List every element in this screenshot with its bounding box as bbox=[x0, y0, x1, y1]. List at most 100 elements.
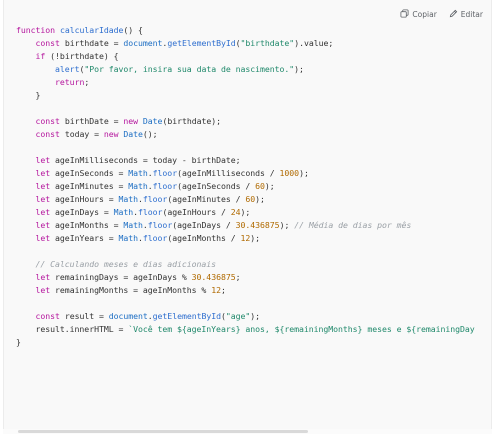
code-text: ); bbox=[264, 181, 275, 191]
code-block: Copiar Editar function calcularIdade() {… bbox=[3, 0, 492, 430]
horizontal-scrollbar-thumb[interactable] bbox=[18, 430, 308, 433]
code-block-top-strip bbox=[4, 0, 491, 4]
code-text: ageInYears = bbox=[50, 233, 119, 243]
code-keyword: let bbox=[35, 181, 51, 191]
code-keyword: const bbox=[35, 116, 60, 126]
copy-button[interactable]: Copiar bbox=[400, 9, 437, 20]
code-text: ageInMinutes = bbox=[50, 181, 129, 191]
code-text: ); bbox=[279, 220, 295, 230]
code-line: const birthdate = document.getElementByI… bbox=[16, 37, 475, 50]
code-number: 60 bbox=[255, 181, 265, 191]
code-function: calcularIdade bbox=[59, 25, 124, 35]
code-keyword: const bbox=[35, 38, 60, 48]
code-text: ageInSeconds = bbox=[50, 168, 129, 178]
code-keyword: if bbox=[35, 51, 46, 61]
code-line: let ageInMonths = Math.floor(ageInDays /… bbox=[16, 219, 475, 232]
code-text: ; bbox=[84, 77, 90, 87]
code-function: getElementById bbox=[167, 38, 236, 48]
code-line: let ageInMilliseconds = today - birthDat… bbox=[16, 154, 475, 167]
code-keyword: return bbox=[55, 77, 85, 87]
code-identifier: Math bbox=[128, 181, 148, 191]
code-function: floor bbox=[142, 233, 168, 243]
code-toolbar: Copiar Editar bbox=[400, 9, 483, 20]
code-text: ); bbox=[250, 233, 261, 243]
code-comment: // Média de dias por mês bbox=[294, 220, 412, 230]
code-text: ).value; bbox=[294, 38, 334, 48]
code-line: const today = new Date(); bbox=[16, 128, 475, 141]
code-identifier: Math bbox=[113, 207, 134, 217]
code-text: (ageInDays / bbox=[172, 220, 236, 230]
code-line: return; bbox=[16, 76, 475, 89]
copy-icon bbox=[400, 9, 409, 20]
code-text: (ageInSeconds / bbox=[177, 181, 256, 191]
code-text: result = bbox=[59, 311, 109, 321]
code-identifier: Math bbox=[123, 220, 143, 230]
code-line: let ageInHours = Math.floor(ageInMinutes… bbox=[16, 193, 475, 206]
code-line: let ageInSeconds = Math.floor(ageInMilli… bbox=[16, 167, 475, 180]
code-text: birthdate = bbox=[59, 38, 124, 48]
edit-label: Editar bbox=[460, 10, 483, 19]
code-keyword: let bbox=[35, 233, 51, 243]
pencil-icon bbox=[449, 9, 458, 20]
code-string: "Por favor, insira sua data de nasciment… bbox=[84, 64, 295, 74]
code-line: const birthDate = new Date(birthdate); bbox=[16, 115, 475, 128]
code-text: ); bbox=[294, 64, 304, 74]
code-text: ); bbox=[255, 194, 265, 204]
code-line: } bbox=[16, 336, 475, 349]
code-text: } bbox=[16, 337, 21, 347]
code-line: let remainingMonths = ageInMonths % 12; bbox=[16, 284, 475, 297]
edit-button[interactable]: Editar bbox=[449, 9, 483, 20]
code-line: let ageInDays = Math.floor(ageInHours / … bbox=[16, 206, 475, 219]
code-identifier: Date bbox=[123, 129, 143, 139]
code-text: ); bbox=[250, 311, 261, 321]
code-line: if (!birthdate) { bbox=[16, 50, 475, 63]
code-line: let remainingDays = ageInDays % 30.43687… bbox=[16, 271, 475, 284]
code-keyword: let bbox=[35, 207, 51, 217]
code-text: } bbox=[16, 90, 41, 100]
page: Copiar Editar function calcularIdade() {… bbox=[0, 0, 500, 435]
code-function: getElementById bbox=[152, 311, 221, 321]
code-line: function calcularIdade() { bbox=[16, 24, 475, 37]
code-text: today = bbox=[59, 129, 104, 139]
code-keyword: new bbox=[123, 116, 139, 126]
code-comment: // Calculando meses e dias adicionais bbox=[35, 259, 217, 269]
code-text: (ageInHours / bbox=[162, 207, 231, 217]
code-line: // Calculando meses e dias adicionais bbox=[16, 258, 475, 271]
code-text: (ageInMonths / bbox=[167, 233, 241, 243]
code-text: remainingMonths = ageInMonths % bbox=[50, 285, 212, 295]
code-keyword: let bbox=[35, 194, 51, 204]
code-keyword: const bbox=[35, 311, 60, 321]
code-text: (birthdate); bbox=[162, 116, 221, 126]
code-text: result.innerHTML = bbox=[16, 324, 129, 334]
code-number: 24 bbox=[230, 207, 241, 217]
code-number: 30.436875 bbox=[235, 220, 280, 230]
code-keyword: let bbox=[35, 155, 51, 165]
code-text: ); bbox=[299, 168, 309, 178]
code-number: 12 bbox=[211, 285, 221, 295]
code-text: ageInHours = bbox=[50, 194, 119, 204]
code-keyword: let bbox=[35, 168, 51, 178]
code-function: floor bbox=[138, 207, 163, 217]
code-keyword: const bbox=[35, 129, 60, 139]
code-identifier: Math bbox=[118, 233, 139, 243]
code-string: `Você tem ${ageInYears} anos, ${remainin… bbox=[128, 324, 475, 334]
code-line: let ageInMinutes = Math.floor(ageInSecon… bbox=[16, 180, 475, 193]
code-number: 12 bbox=[240, 233, 251, 243]
